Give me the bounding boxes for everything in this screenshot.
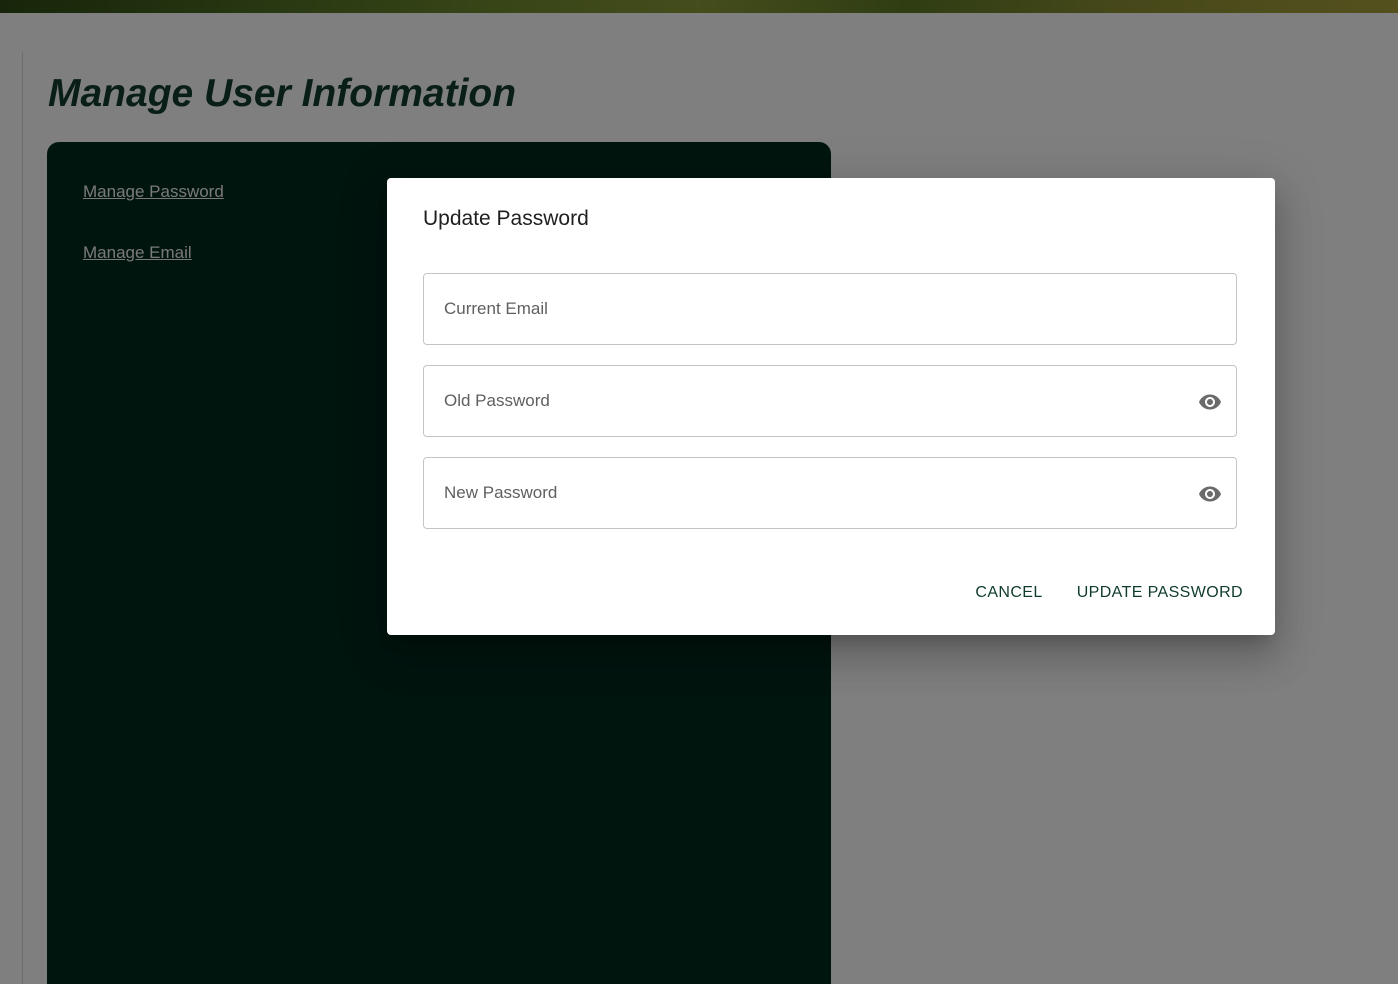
old-password-input[interactable]: [424, 366, 1236, 436]
new-password-field: [423, 457, 1237, 529]
update-password-dialog: Update Password CANCEL UPDATE PASSWORD: [387, 178, 1275, 635]
new-password-input[interactable]: [424, 458, 1236, 528]
cancel-button[interactable]: CANCEL: [965, 578, 1052, 608]
eye-icon[interactable]: [1198, 390, 1222, 414]
eye-icon[interactable]: [1198, 482, 1222, 506]
dialog-title: Update Password: [423, 207, 589, 230]
dialog-actions: CANCEL UPDATE PASSWORD: [965, 575, 1253, 611]
current-email-field: [423, 273, 1237, 345]
old-password-field: [423, 365, 1237, 437]
update-password-button[interactable]: UPDATE PASSWORD: [1067, 578, 1253, 608]
current-email-input[interactable]: [424, 274, 1236, 344]
page: Manage User Information Manage Password …: [0, 0, 1398, 984]
